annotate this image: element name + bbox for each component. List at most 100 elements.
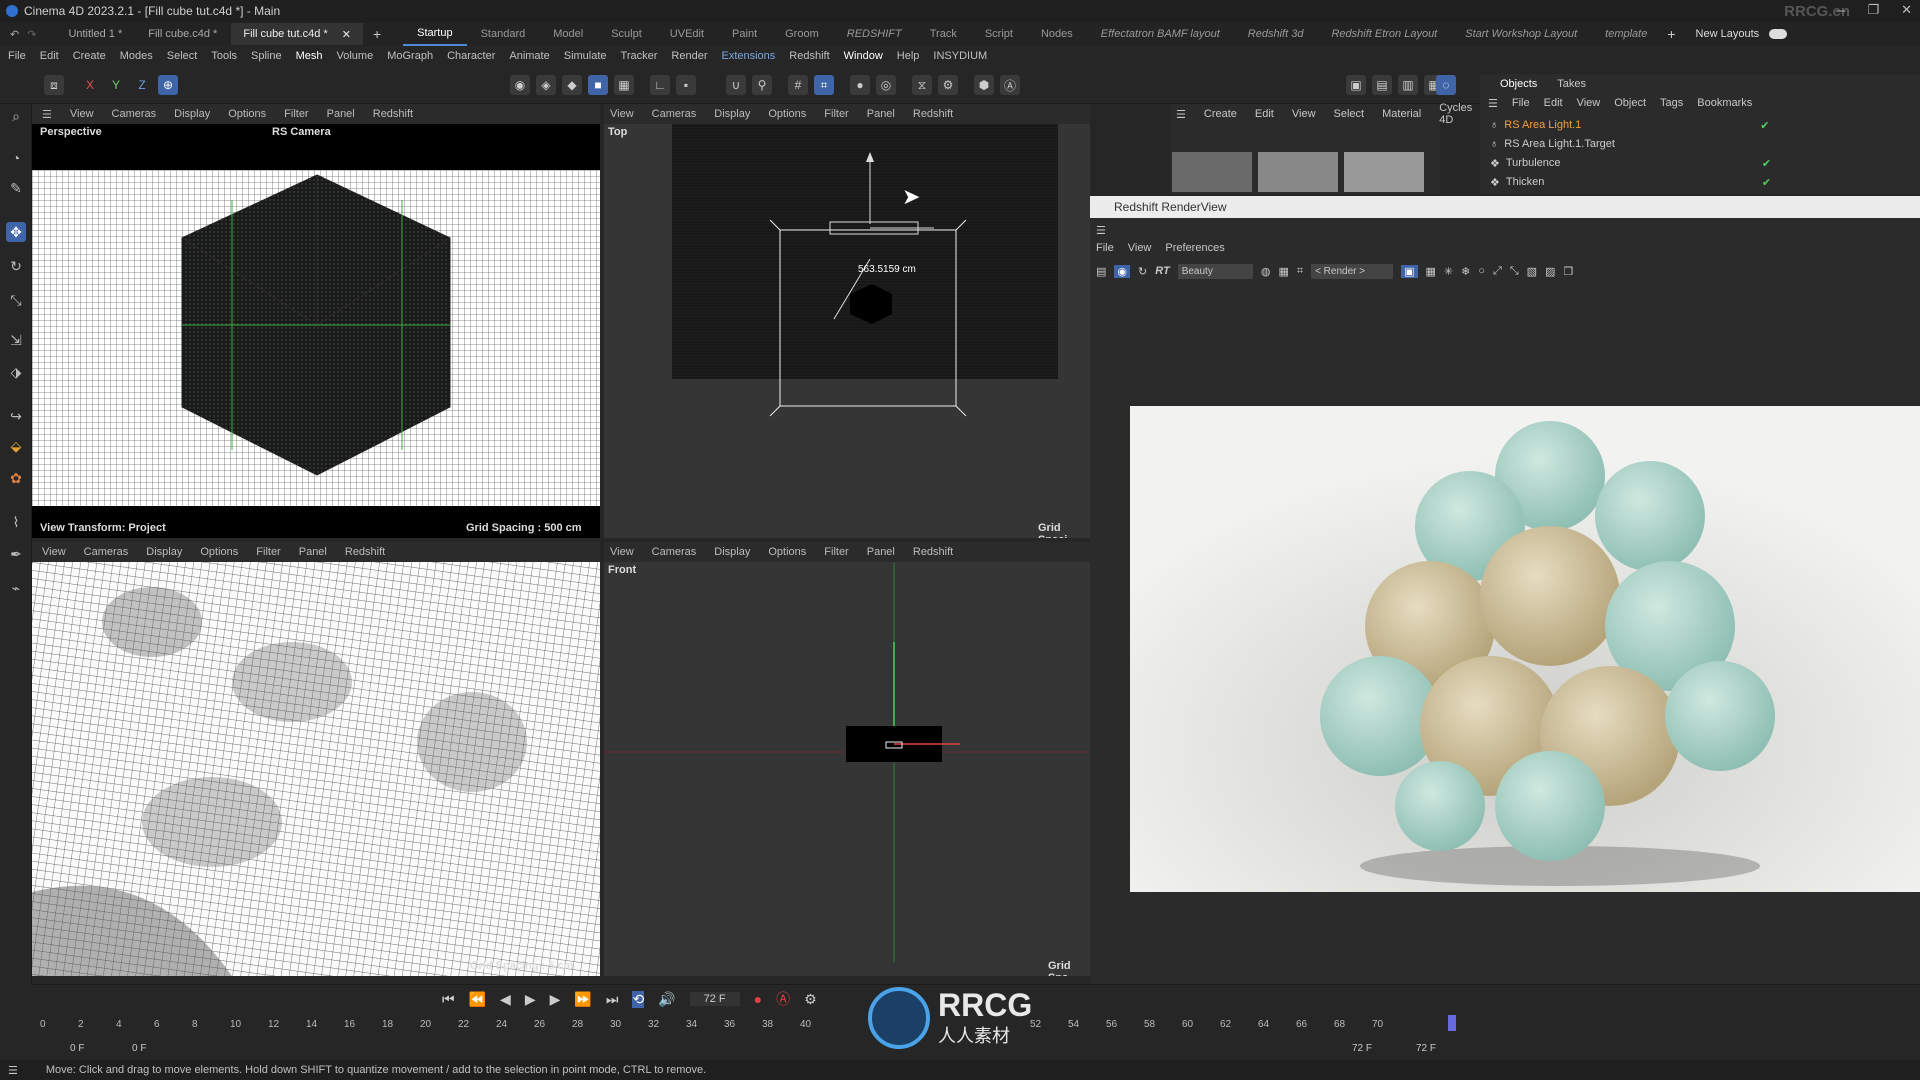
next-key-icon[interactable]: ⏩ (574, 991, 591, 1008)
polygon-pen-icon[interactable]: ✎ (6, 178, 26, 198)
vp-menu-view[interactable]: View (610, 108, 634, 120)
doc-tab[interactable]: Fill cube.c4d * (136, 23, 229, 45)
rv-menu-view[interactable]: View (1128, 242, 1152, 254)
fit-icon[interactable]: ⤢ (1493, 265, 1502, 278)
render-settings-icon[interactable]: ▥ (1398, 75, 1418, 95)
vp-menu-redshift[interactable]: Redshift (373, 108, 413, 120)
start-frame-field[interactable]: 0 F (70, 1043, 84, 1054)
maximize-icon[interactable]: ❐ (1867, 2, 1879, 18)
tiles-icon[interactable]: ▦ (1426, 265, 1436, 278)
rv-menu-preferences[interactable]: Preferences (1165, 242, 1224, 254)
grid-icon[interactable]: ▦ (1278, 265, 1288, 278)
menu-edit[interactable]: Edit (40, 50, 59, 62)
perspective-viewport[interactable]: ☰ View Cameras Display Options Filter Pa… (32, 104, 600, 538)
menu-insydium[interactable]: INSYDIUM (933, 50, 987, 62)
layout-tab[interactable]: template (1591, 22, 1661, 46)
go-to-start-icon[interactable]: ⏮ (442, 991, 455, 1008)
add-tab-icon[interactable]: + (373, 26, 381, 42)
menu-redshift[interactable]: Redshift (789, 50, 829, 62)
mat-menu-cycles[interactable]: Cycles 4D (1439, 102, 1472, 126)
select-icon[interactable]: ◔ (6, 148, 26, 168)
material-swatch[interactable] (1344, 152, 1424, 192)
close-icon[interactable]: ✕ (1901, 2, 1912, 18)
keyframe-settings-icon[interactable]: ⚙ (804, 991, 817, 1008)
menu-select[interactable]: Select (167, 50, 198, 62)
mat-menu-view[interactable]: View (1292, 108, 1316, 120)
current-frame-field[interactable]: 72 F (689, 992, 740, 1006)
layout-tab[interactable]: Standard (467, 22, 540, 46)
tab-takes[interactable]: Takes (1557, 78, 1586, 90)
magnet-icon[interactable]: ∪ (726, 75, 746, 95)
mat-menu-create[interactable]: Create (1204, 108, 1237, 120)
brush-icon[interactable]: ⌇ (6, 512, 26, 532)
preview-start-field[interactable]: 0 F (132, 1043, 146, 1054)
layout-tab[interactable]: Track (916, 22, 971, 46)
object-row[interactable]: ♁ RS Area Light.1.Target (1490, 135, 1910, 153)
menu-mograph[interactable]: MoGraph (387, 50, 433, 62)
vp-menu-cameras[interactable]: Cameras (652, 108, 697, 120)
workplane-icon[interactable]: ⌗ (814, 75, 834, 95)
camera-dropdown[interactable]: < Render > (1311, 263, 1394, 279)
play-icon[interactable]: ▶ (525, 991, 536, 1008)
rv-menu-file[interactable]: File (1096, 242, 1114, 254)
render-to-picture-icon[interactable]: ▤ (1372, 75, 1392, 95)
transform-icon[interactable]: ⇲ (6, 330, 26, 350)
enabled-check-icon[interactable]: ✔ (1762, 176, 1771, 189)
obj-menu-view[interactable]: View (1577, 97, 1601, 109)
wireframe-viewport[interactable]: View Cameras Display Options Filter Pane… (32, 542, 600, 976)
search-icon[interactable]: ⌕ (6, 106, 26, 126)
axis-z-button[interactable]: Z (132, 75, 152, 95)
redo-icon[interactable]: ↷ (27, 28, 36, 41)
hamburger-icon[interactable]: ☰ (42, 108, 52, 121)
layout-tab[interactable]: Groom (771, 22, 833, 46)
obj-menu-edit[interactable]: Edit (1544, 97, 1563, 109)
object-row[interactable]: ♁ RS Area Light.1 ✔ (1490, 116, 1910, 134)
copy-icon[interactable]: ❐ (1563, 265, 1573, 278)
vp-menu-display[interactable]: Display (146, 546, 182, 558)
layout-tab[interactable]: Paint (718, 22, 771, 46)
preview-end-field[interactable]: 72 F (1352, 1043, 1372, 1054)
vp-menu-filter[interactable]: Filter (256, 546, 280, 558)
menu-modes[interactable]: Modes (120, 50, 153, 62)
hamburger-icon[interactable]: ☰ (1488, 97, 1498, 110)
object-row[interactable]: ❖ Thicken ✔ (1490, 173, 1910, 191)
front-viewport[interactable]: View Cameras Display Options Filter Pane… (604, 542, 1090, 976)
menu-character[interactable]: Character (447, 50, 495, 62)
object-row[interactable]: ❖ Turbulence ✔ (1490, 154, 1910, 172)
menu-animate[interactable]: Animate (509, 50, 549, 62)
crop-icon[interactable]: ⌗ (1297, 265, 1303, 278)
doc-tab-active[interactable]: Fill cube tut.c4d * ✕ (231, 23, 363, 45)
edges-mode-icon[interactable]: ◈ (536, 75, 556, 95)
tweak-mode-icon[interactable]: ▪ (676, 75, 696, 95)
vp-menu-display[interactable]: Display (714, 546, 750, 558)
previous-key-icon[interactable]: ⏪ (469, 991, 486, 1008)
vp-menu-display[interactable]: Display (174, 108, 210, 120)
autokey-icon[interactable]: Ⓐ (776, 989, 790, 1009)
material-swatch[interactable] (1172, 152, 1252, 192)
go-to-end-icon[interactable]: ⏭ (606, 991, 619, 1008)
undo-icon[interactable]: ↶ (10, 28, 19, 41)
vp-menu-panel[interactable]: Panel (867, 546, 895, 558)
layout-tab[interactable]: Script (971, 22, 1027, 46)
clapper-icon[interactable]: ▤ (1096, 265, 1106, 278)
auto-icon[interactable]: Ⓐ (1000, 75, 1020, 95)
knife-icon[interactable]: ↪ (6, 406, 26, 426)
target-icon[interactable]: ◎ (876, 75, 896, 95)
end-frame-field[interactable]: 72 F (1416, 1043, 1436, 1054)
menu-help[interactable]: Help (897, 50, 920, 62)
layout-tab[interactable]: REDSHIFT (833, 22, 916, 46)
vp-menu-options[interactable]: Options (768, 108, 806, 120)
vp-menu-filter[interactable]: Filter (824, 546, 848, 558)
menu-window[interactable]: Window (844, 50, 883, 62)
layout-tab[interactable]: Nodes (1027, 22, 1087, 46)
vp-menu-filter[interactable]: Filter (824, 108, 848, 120)
rotate-icon[interactable]: ↻ (6, 256, 26, 276)
render-canvas[interactable] (1130, 406, 1920, 892)
obj-menu-tags[interactable]: Tags (1660, 97, 1683, 109)
layout-tab[interactable]: UVEdit (656, 22, 718, 46)
add-layout-icon[interactable]: + (1667, 26, 1675, 42)
obj-menu-file[interactable]: File (1512, 97, 1530, 109)
symmetry-icon[interactable]: ⧖ (912, 75, 932, 95)
layout-tab[interactable]: Effectatron BAMF layout (1087, 22, 1234, 46)
layout-tab[interactable]: Start Workshop Layout (1451, 22, 1591, 46)
